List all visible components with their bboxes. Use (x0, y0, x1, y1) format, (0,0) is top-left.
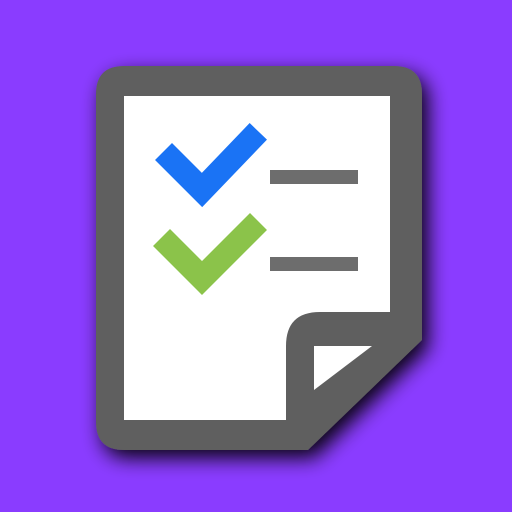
checklist-line-2 (270, 257, 358, 271)
checklist-line-1 (270, 170, 358, 184)
checklist-document-icon (96, 66, 422, 450)
app-icon-canvas (0, 0, 512, 512)
